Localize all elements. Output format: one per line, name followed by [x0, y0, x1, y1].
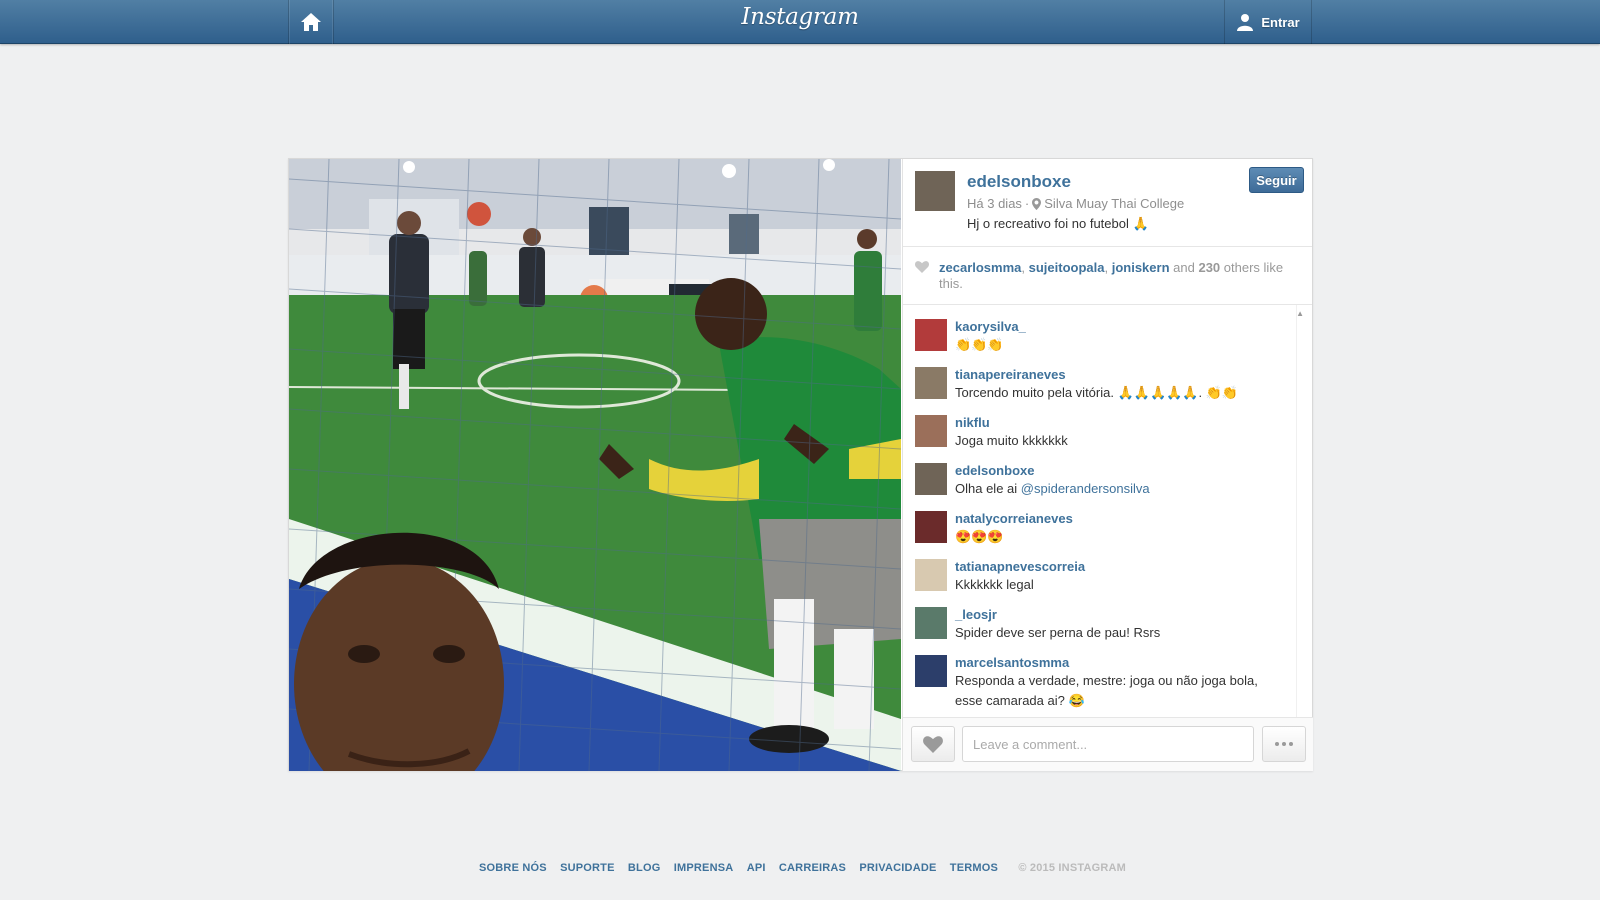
- comment-text: Kkkkkkk legal: [955, 577, 1034, 592]
- heart-icon: [923, 735, 943, 753]
- comment-item: edelsonboxe Olha ele ai @spiderandersons…: [903, 461, 1312, 509]
- commenter-avatar[interactable]: [915, 319, 947, 351]
- comment-item: tatianapnevescorreia Kkkkkkk legal: [903, 557, 1312, 605]
- copyright: © 2015 INSTAGRAM: [1018, 862, 1127, 874]
- commenter-username[interactable]: nikflu: [955, 413, 1312, 431]
- commenter-avatar[interactable]: [915, 655, 947, 687]
- site-footer: SOBRE NÓS SUPORTE BLOG IMPRENSA API CARR…: [0, 862, 1600, 874]
- commenter-avatar[interactable]: [915, 463, 947, 495]
- footer-link-support[interactable]: SUPORTE: [560, 862, 615, 874]
- photo-illustration: [289, 159, 901, 771]
- comment-text: Torcendo muito pela vitória. 🙏🙏🙏🙏🙏. 👏👏: [955, 385, 1239, 400]
- footer-link-jobs[interactable]: CARREIRAS: [779, 862, 846, 874]
- commenter-username[interactable]: kaorysilva_: [955, 317, 1312, 335]
- footer-link-press[interactable]: IMPRENSA: [674, 862, 734, 874]
- commenter-username[interactable]: marcelsantosmma: [955, 653, 1312, 671]
- post-photo[interactable]: [289, 159, 901, 771]
- login-label: Entrar: [1261, 14, 1300, 30]
- post-meta: Há 3 dias · Silva Muay Thai College: [967, 196, 1185, 211]
- commenter-username[interactable]: tianapereiraneves: [955, 365, 1312, 383]
- likes-count: 230: [1198, 260, 1221, 275]
- location-pin-icon: [1032, 197, 1042, 210]
- commenter-avatar[interactable]: [915, 559, 947, 591]
- like-button[interactable]: [911, 726, 955, 762]
- footer-link-api[interactable]: API: [747, 862, 766, 874]
- liker-name[interactable]: joniskern: [1112, 260, 1170, 275]
- ellipsis-icon: [1275, 742, 1279, 746]
- post-location[interactable]: Silva Muay Thai College: [1044, 196, 1184, 211]
- post-time[interactable]: Há 3 dias: [967, 196, 1022, 211]
- comment-text: 👏👏👏: [955, 337, 1004, 352]
- top-navbar: Instagram Entrar: [0, 0, 1600, 44]
- commenter-username[interactable]: _leosjr: [955, 605, 1312, 623]
- comment-item: kaorysilva_ 👏👏👏: [903, 317, 1312, 365]
- liker-name[interactable]: zecarlosmma: [939, 260, 1021, 275]
- post-card: edelsonboxe Há 3 dias · Silva Muay Thai …: [288, 158, 1313, 771]
- owner-avatar[interactable]: [915, 171, 955, 211]
- comment-item: _leosjr Spider deve ser perna de pau! Rs…: [903, 605, 1312, 653]
- comment-actions-bar: [903, 717, 1313, 771]
- likes-summary: zecarlosmma, sujeitoopala, joniskern and…: [903, 247, 1312, 305]
- commenter-username[interactable]: tatianapnevescorreia: [955, 557, 1312, 575]
- comment-text-body: Olha ele ai: [955, 481, 1018, 496]
- comment-list: ▲ kaorysilva_ 👏👏👏 tianapereiraneves Torc…: [903, 305, 1312, 717]
- comment-text: Responda a verdade, mestre: joga ou não …: [955, 673, 1258, 708]
- comment-item: natalycorreianeves 😍😍😍: [903, 509, 1312, 557]
- footer-link-about[interactable]: SOBRE NÓS: [479, 862, 547, 874]
- liker-name[interactable]: sujeitoopala: [1029, 260, 1105, 275]
- comment-input[interactable]: [962, 726, 1254, 762]
- comment-text: Joga muito kkkkkkk: [955, 433, 1068, 448]
- heart-icon: [915, 261, 929, 273]
- post-caption: Hj o recreativo foi no futebol 🙏: [967, 216, 1149, 231]
- commenter-avatar[interactable]: [915, 367, 947, 399]
- more-options-button[interactable]: [1262, 726, 1306, 762]
- instagram-logo[interactable]: Instagram: [0, 4, 1600, 30]
- comment-text: Spider deve ser perna de pau! Rsrs: [955, 625, 1161, 640]
- commenter-avatar[interactable]: [915, 511, 947, 543]
- comment-text: 😍😍😍: [955, 529, 1004, 544]
- footer-link-privacy[interactable]: PRIVACIDADE: [859, 862, 936, 874]
- commenter-username[interactable]: edelsonboxe: [955, 461, 1312, 479]
- comment-text: Olha ele ai @spiderandersonsilva: [955, 479, 1312, 499]
- comment-item: nikflu Joga muito kkkkkkk: [903, 413, 1312, 461]
- comment-item: tianapereiraneves Torcendo muito pela vi…: [903, 365, 1312, 413]
- user-icon: [1237, 14, 1254, 31]
- commenter-avatar[interactable]: [915, 415, 947, 447]
- commenter-username[interactable]: natalycorreianeves: [955, 509, 1312, 527]
- likes-and: and: [1173, 260, 1195, 275]
- login-button[interactable]: Entrar: [1224, 0, 1312, 44]
- post-side-panel: edelsonboxe Há 3 dias · Silva Muay Thai …: [902, 159, 1313, 771]
- owner-username[interactable]: edelsonboxe: [967, 172, 1071, 192]
- post-header: edelsonboxe Há 3 dias · Silva Muay Thai …: [903, 159, 1312, 247]
- comment-mention-link[interactable]: @spiderandersonsilva: [1021, 481, 1150, 496]
- commenter-avatar[interactable]: [915, 607, 947, 639]
- footer-link-blog[interactable]: BLOG: [628, 862, 661, 874]
- footer-link-terms[interactable]: TERMOS: [950, 862, 998, 874]
- comment-item: marcelsantosmma Responda a verdade, mest…: [903, 653, 1312, 717]
- follow-button[interactable]: Seguir: [1249, 167, 1304, 193]
